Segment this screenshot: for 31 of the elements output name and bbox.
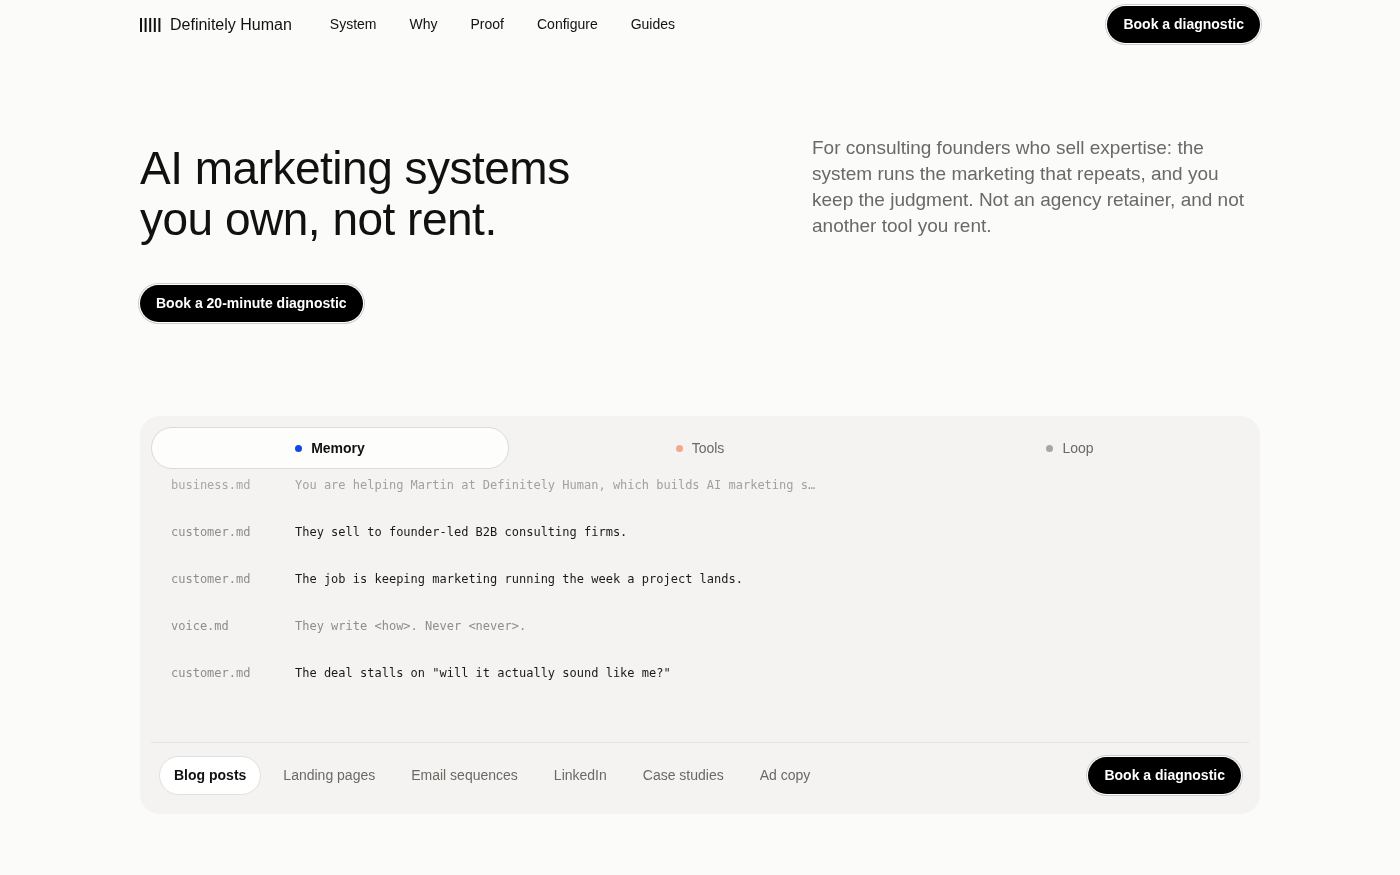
- tab[interactable]: Memory: [151, 427, 509, 469]
- nav-link[interactable]: Guides: [630, 14, 676, 35]
- tab[interactable]: Loop: [891, 427, 1249, 469]
- nav-link[interactable]: System: [329, 14, 377, 35]
- hero-description: For consulting founders who sell expertise: the system runs the marketing that repeats, and you keep the judgment. Not an agency retainer, and not another tool you rent.: [812, 136, 1246, 238]
- diagnostic-button[interactable]: Book a diagnostic: [1107, 6, 1260, 43]
- tab[interactable]: Tools: [521, 427, 879, 469]
- logo-icon: [140, 16, 162, 33]
- diagnostic-button[interactable]: Book a 20-minute diagnostic: [140, 285, 363, 322]
- output-chip[interactable]: Blog posts: [159, 756, 262, 795]
- memory-line: They sell to founder-led B2B consulting firms.: [295, 523, 628, 541]
- file-name: business.md: [170, 476, 252, 494]
- nav-link[interactable]: Configure: [537, 14, 598, 35]
- file-name: customer.md: [170, 523, 252, 541]
- memory-line: The job is keeping marketing running the week a project lands.: [295, 570, 743, 588]
- nav-link[interactable]: Why: [409, 14, 438, 35]
- brand-name[interactable]: Definitely Human: [170, 12, 292, 37]
- output-chip[interactable]: Email sequences: [397, 756, 532, 795]
- file-name: customer.md: [170, 570, 252, 588]
- memory-line: They write <how>. Never <never>.: [295, 617, 527, 635]
- hero-title: AI marketing systems you own, not rent.: [140, 143, 571, 245]
- output-chip[interactable]: Case studies: [628, 756, 738, 795]
- memory-line: The deal stalls on "will it actually sound like me?": [295, 664, 671, 682]
- file-name: customer.md: [170, 664, 252, 682]
- diagnostic-button[interactable]: Book a diagnostic: [1088, 757, 1241, 794]
- memory-line: You are helping Martin at Definitely Human, which builds AI marketing s…: [295, 476, 816, 494]
- nav-link[interactable]: Proof: [470, 14, 504, 35]
- output-chip[interactable]: LinkedIn: [539, 756, 621, 795]
- output-chip[interactable]: Landing pages: [269, 756, 390, 795]
- file-name: voice.md: [170, 617, 230, 635]
- output-chip[interactable]: Ad copy: [745, 756, 825, 795]
